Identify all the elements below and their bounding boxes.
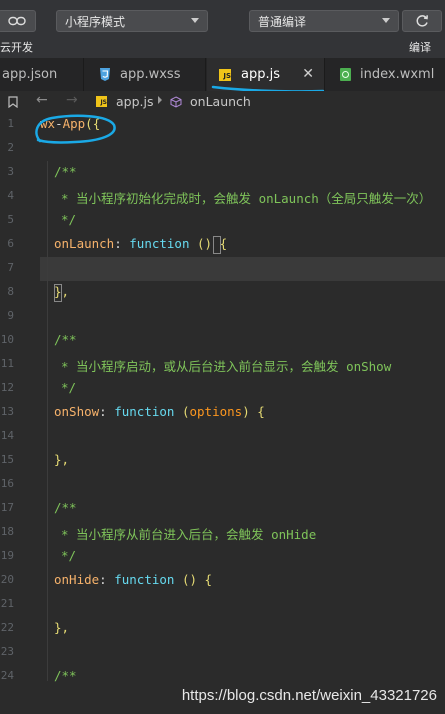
- close-icon[interactable]: ✕: [302, 66, 314, 82]
- compile-select[interactable]: 普通编译: [249, 10, 399, 32]
- line-number: 18: [0, 525, 14, 538]
- line-number: 4: [7, 189, 14, 202]
- line-number-gutter: 1 2 3 4 5 6 7 8 9 10 11 12 13 14 15 16 1…: [0, 113, 40, 683]
- line-number: 9: [7, 309, 14, 322]
- code-line-8: },: [54, 284, 70, 299]
- code-editor[interactable]: 1 2 3 4 5 6 7 8 9 10 11 12 13 14 15 16 1…: [0, 113, 445, 683]
- link-icon: [8, 16, 26, 26]
- breadcrumb-symbol[interactable]: onLaunch: [190, 94, 251, 109]
- indent-guide: [47, 161, 48, 681]
- code-line-13: onShow: function (options) {: [54, 404, 265, 419]
- bookmark-icon[interactable]: [8, 96, 18, 108]
- js-icon: JS: [219, 68, 231, 81]
- tab-label: app.json: [2, 67, 58, 82]
- line-number: 23: [0, 645, 14, 658]
- line-number: 3: [7, 165, 14, 178]
- line-number: 20: [0, 573, 14, 586]
- mode-select-value: 小程序模式: [65, 14, 126, 29]
- line-number: 15: [0, 453, 14, 466]
- code-line-4: * 当小程序初始化完成时，会触发 onLaunch（全局只触发一次）: [61, 191, 432, 206]
- tab-label: app.wxss: [120, 67, 181, 82]
- mode-select[interactable]: 小程序模式: [56, 10, 208, 32]
- line-number: 19: [0, 549, 14, 562]
- line-number: 14: [0, 429, 14, 442]
- code-line-20: onHide: function () {: [54, 572, 213, 587]
- compile-button[interactable]: [402, 10, 442, 32]
- tab-label: index.wxml: [360, 67, 435, 82]
- line-number: 17: [0, 501, 14, 514]
- code-line-5: */: [61, 212, 77, 227]
- line-number: 7: [7, 261, 14, 274]
- chevron-right-icon: [158, 96, 162, 104]
- line-number: 16: [0, 477, 14, 490]
- line-number: 10: [0, 333, 14, 346]
- tab-app-wxss[interactable]: app.wxss: [85, 58, 206, 91]
- annotation-circle: [35, 114, 116, 144]
- tab-app-json[interactable]: app.json: [0, 58, 84, 91]
- code-line-15: },: [54, 452, 70, 467]
- line-number: 8: [7, 285, 14, 298]
- tab-label: app.js: [241, 67, 280, 82]
- line-number: 21: [0, 597, 14, 610]
- footer: https://blog.csdn.net/weixin_43321726: [0, 683, 445, 714]
- line-number: 6: [7, 237, 14, 250]
- code-line-19: */: [61, 548, 77, 563]
- editor-tabs: app.json app.wxss JS app.js ✕ index.wxml: [0, 58, 445, 93]
- cube-icon: [170, 96, 182, 108]
- code-line-24: /**: [54, 668, 77, 683]
- line-number: 24: [0, 669, 14, 682]
- bracket-match: [213, 236, 221, 254]
- code-line-10: /**: [54, 332, 77, 347]
- top-toolbar: 云开发 小程序模式 普通编译 编译: [0, 0, 445, 59]
- code-line-18: * 当小程序从前台进入后台，会触发 onHide: [61, 527, 317, 542]
- chevron-down-icon: [382, 18, 390, 23]
- code-line-22: },: [54, 620, 70, 635]
- refresh-icon: [416, 15, 428, 27]
- back-arrow-icon[interactable]: ←: [36, 92, 48, 108]
- cloud-dev-label: 云开发: [0, 41, 33, 54]
- chevron-down-icon: [191, 18, 199, 23]
- breadcrumb: ← → JS app.js onLaunch: [0, 91, 445, 113]
- line-number: 13: [0, 405, 14, 418]
- code-line-17: /**: [54, 500, 77, 515]
- compile-label: 编译: [409, 41, 431, 54]
- line-number: 22: [0, 621, 14, 634]
- code-line-6: onLaunch: function () {: [54, 236, 228, 251]
- line-number: 11: [0, 357, 14, 370]
- code-line-12: */: [61, 380, 77, 395]
- js-icon: JS: [96, 96, 107, 107]
- line-number: 5: [7, 213, 14, 226]
- line-number: 1: [7, 117, 14, 130]
- code-line-11: * 当小程序启动，或从后台进入前台显示，会触发 onShow: [61, 359, 392, 374]
- breadcrumb-file[interactable]: app.js: [116, 94, 154, 109]
- watermark-text: https://blog.csdn.net/weixin_43321726: [181, 687, 437, 704]
- line-number: 2: [7, 141, 14, 154]
- current-line-highlight: [40, 257, 445, 281]
- forward-arrow-icon[interactable]: →: [66, 92, 78, 108]
- wxml-icon: [340, 68, 351, 81]
- cloud-dev-button[interactable]: [0, 10, 36, 32]
- css-icon: [100, 68, 110, 81]
- code-line-3: /**: [54, 164, 77, 179]
- compile-select-value: 普通编译: [258, 14, 307, 29]
- line-number: 12: [0, 381, 14, 394]
